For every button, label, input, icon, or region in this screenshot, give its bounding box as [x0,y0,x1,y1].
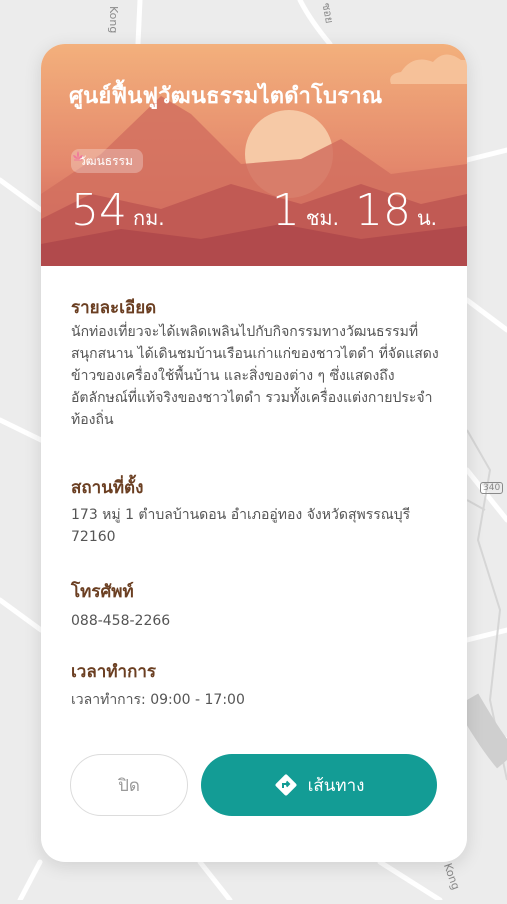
route-button-label: เส้นทาง [307,775,365,796]
details-line: อัตลักษณ์ที่แท้จริงของชาวไตดำ รวมทั้งเคร… [71,390,433,406]
hours-heading: เวลาทำการ [71,662,157,682]
category-badge: วัฒนธรรม [71,149,143,173]
distance-unit: กม. [133,206,165,230]
details-line: สนุกสนาน ได้เดินชมบ้านเรือนเก่าแก่ของชาว… [71,346,439,362]
place-detail-card: ศูนย์ฟื้นฟูวัฒนธรรมไตดำโบราณ วัฒนธรรม 54… [41,44,467,862]
lotus-icon [73,151,83,161]
duration-readout: 1 ชม. 18 น. [272,186,437,236]
category-label: วัฒนธรรม [79,153,133,168]
details-line: นักท่องเที่ยวจะได้เพลิดเพลินไปกับกิจกรรม… [71,324,419,340]
duration-minutes-unit: น. [416,206,437,230]
close-button-label: ปิด [118,775,140,796]
details-text: นักท่องเที่ยวจะได้เพลิดเพลินไปกับกิจกรรม… [71,321,443,431]
duration-minutes: 18 [354,185,411,236]
phone-value[interactable]: 088-458-2266 [71,610,443,632]
distance-value: 54 [71,185,127,236]
directions-icon [275,774,297,796]
place-title: ศูนย์ฟื้นฟูวัฒนธรรมไตดำโบราณ [69,84,383,109]
map-street-label: ซอย [319,1,336,25]
hours-value: เวลาทำการ: 09:00 - 17:00 [71,692,245,708]
details-line: ท้องถิ่น [71,412,114,428]
location-heading: สถานที่ตั้ง [71,478,144,498]
hero-banner: ศูนย์ฟื้นฟูวัฒนธรรมไตดำโบราณ วัฒนธรรม 54… [41,44,467,266]
address-line: 72160 [71,529,116,545]
address-line: 173 หมู่ 1 ตำบลบ้านดอน อำเภออู่ทอง จังหว… [71,507,411,523]
duration-hours: 1 [271,185,300,236]
map-street-label: Kong [107,6,120,34]
details-heading: รายละเอียด [71,298,157,318]
phone-heading: โทรศัพท์ [71,582,134,602]
map-route-number: 340 [480,482,504,494]
location-text: 173 หมู่ 1 ตำบลบ้านดอน อำเภออู่ทอง จังหว… [71,504,443,548]
details-line: ข้าวของเครื่องใช้พื้นบ้าน และสิ่งของต่าง… [71,368,395,384]
distance-readout: 54 กม. [71,186,165,236]
route-button[interactable]: เส้นทาง [201,754,437,816]
duration-hours-unit: ชม. [305,206,339,230]
close-button[interactable]: ปิด [70,754,188,816]
